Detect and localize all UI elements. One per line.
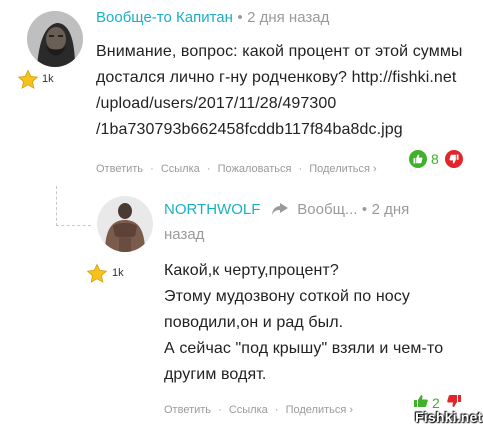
karma-count: 1k bbox=[42, 73, 54, 85]
share-link[interactable]: Поделиться › bbox=[286, 404, 353, 416]
thumbs-down-icon[interactable] bbox=[446, 394, 462, 408]
timestamp[interactable]: 2 дня bbox=[372, 201, 410, 218]
comment-line: достался лично г-ну родченкову? http://f… bbox=[96, 69, 457, 86]
vote-count: 8 bbox=[431, 151, 439, 167]
share-link[interactable]: Поделиться › bbox=[309, 163, 376, 175]
separator-dot: • bbox=[361, 201, 368, 218]
comment-line: /1ba730793b662458fcddb117f84ba8dc.jpg bbox=[96, 121, 403, 138]
thread-line bbox=[56, 186, 57, 226]
permalink-link[interactable]: Ссылка bbox=[161, 163, 200, 175]
separator-dot: · bbox=[206, 163, 211, 175]
comment-line: поводили,он и рад был. bbox=[164, 314, 344, 331]
separator-dot: · bbox=[150, 163, 154, 175]
comment-header: Вообще-то Капитан • 2 дня назад bbox=[96, 9, 329, 27]
star-icon bbox=[86, 263, 108, 285]
reply-link[interactable]: Ответить bbox=[96, 163, 143, 175]
separator-dot: · bbox=[298, 163, 303, 175]
separator-dot: • bbox=[237, 9, 243, 26]
reply-link[interactable]: Ответить bbox=[164, 404, 211, 416]
reply-to-link[interactable]: Вообщ... bbox=[297, 201, 357, 218]
timestamp[interactable]: 2 дня назад bbox=[247, 9, 329, 26]
thumbs-up-icon[interactable] bbox=[413, 394, 429, 408]
comment-text: Какой,к черту,процент? Этому мудозвону с… bbox=[164, 258, 474, 388]
comment-line: /upload/users/2017/11/28/497300 bbox=[96, 95, 337, 112]
separator-dot: · bbox=[218, 404, 222, 416]
timestamp-continued[interactable]: назад bbox=[164, 226, 204, 243]
comment-line: Этому мудозвону соткой по носу bbox=[164, 288, 410, 305]
thread-connector bbox=[56, 225, 91, 226]
comment-text: Внимание, вопрос: какой процент от этой … bbox=[96, 39, 476, 143]
comment-actions: Ответить · Ссылка · Поделиться › bbox=[164, 404, 353, 416]
karma-count: 1k bbox=[112, 267, 124, 279]
avatar[interactable] bbox=[97, 196, 153, 252]
username[interactable]: Вообще-то Капитан bbox=[96, 9, 233, 26]
report-link[interactable]: Пожаловаться bbox=[218, 163, 292, 175]
avatar[interactable] bbox=[27, 11, 83, 67]
comment-line: А сейчас "под крышу" взяли и чем-то bbox=[164, 340, 444, 357]
comment-header: NORTHWOLF Вообщ... • 2 дня bbox=[164, 201, 409, 221]
reply-arrow-icon bbox=[271, 202, 289, 221]
thumbs-up-icon[interactable] bbox=[409, 150, 427, 168]
separator-dot: · bbox=[274, 404, 279, 416]
permalink-link[interactable]: Ссылка bbox=[229, 404, 268, 416]
comment-line: Внимание, вопрос: какой процент от этой … bbox=[96, 43, 463, 60]
username[interactable]: NORTHWOLF bbox=[164, 201, 260, 218]
comment-line: Какой,к черту,процент? bbox=[164, 262, 339, 279]
star-icon bbox=[17, 69, 39, 91]
watermark-logo: Fishki.net bbox=[415, 409, 483, 425]
comment-line: другим водят. bbox=[164, 366, 267, 383]
comment-actions: Ответить · Ссылка · Пожаловаться · Подел… bbox=[96, 163, 377, 175]
thumbs-down-icon[interactable] bbox=[445, 150, 463, 168]
